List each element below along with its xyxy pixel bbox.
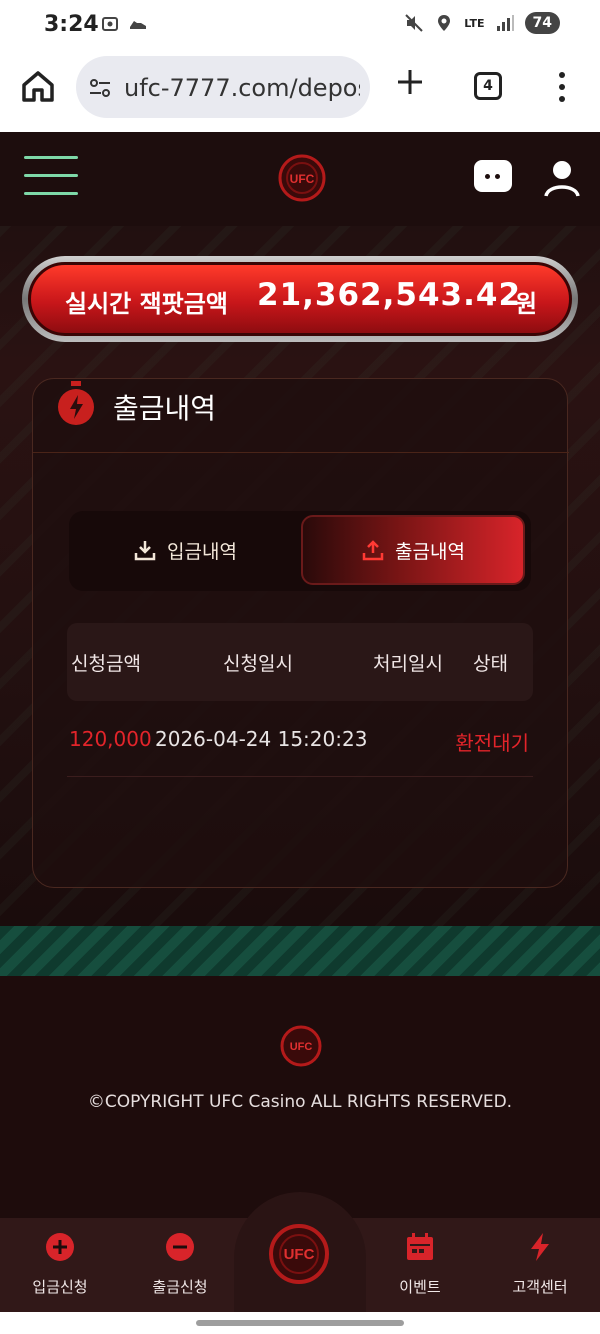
- download-icon: [134, 541, 156, 561]
- decorative-band: [0, 926, 600, 976]
- chat-icon[interactable]: [474, 160, 512, 192]
- gesture-navigation-bar: [0, 1312, 600, 1334]
- ufc-logo-icon: UFC: [269, 1224, 329, 1284]
- sneaker-icon: [130, 21, 146, 29]
- battery-indicator: 74: [524, 12, 560, 34]
- status-bar: 3:24 LTE 74: [0, 0, 600, 52]
- card-title: 출금내역: [113, 392, 217, 425]
- gesture-handle[interactable]: [196, 1320, 404, 1326]
- jackpot-inner: 실시간 잭팟금액 21,362,543.42 원: [28, 262, 572, 336]
- site-header: UFC: [0, 132, 600, 226]
- browser-toolbar: ufc-7777.com/deposi 4: [0, 52, 600, 132]
- column-header-amount: 신청금액: [71, 653, 141, 675]
- user-icon[interactable]: [544, 158, 580, 198]
- url-text[interactable]: ufc-7777.com/deposi: [124, 74, 360, 102]
- nav-events[interactable]: 이벤트: [360, 1218, 480, 1312]
- nav-withdrawal-label: 출금신청: [152, 1278, 208, 1296]
- withdrawal-history-card: 출금내역 입금내역 출금내역 신청금액 신청일시 처리일시 상태 120,000…: [32, 378, 569, 888]
- ufc-logo-icon[interactable]: UFC: [276, 150, 328, 204]
- ufc-logo-icon: UFC: [280, 1025, 322, 1067]
- jackpot-unit: 원: [515, 290, 538, 318]
- minus-circle-icon: [166, 1233, 194, 1261]
- home-icon[interactable]: [20, 68, 56, 104]
- screenshot-icon: [102, 17, 118, 31]
- copyright-text: ©COPYRIGHT UFC Casino ALL RIGHTS RESERVE…: [87, 1092, 513, 1112]
- new-tab-icon[interactable]: [394, 66, 426, 98]
- upload-icon: [362, 540, 384, 561]
- nav-home-center[interactable]: UFC: [234, 1192, 366, 1312]
- nav-withdrawal-request[interactable]: 출금신청: [120, 1218, 240, 1312]
- status-time: 3:24: [44, 12, 99, 37]
- tab-switcher-button[interactable]: 4: [474, 72, 502, 100]
- nav-deposit-label: 입금신청: [32, 1278, 88, 1296]
- table-header: 신청금액 신청일시 처리일시 상태: [67, 623, 533, 701]
- card-header: 출금내역: [33, 379, 569, 453]
- network-type: LTE: [464, 16, 485, 30]
- signal-icon: [496, 15, 514, 31]
- location-icon: [438, 15, 451, 31]
- mute-icon: [405, 14, 424, 32]
- svg-text:UFC: UFC: [284, 1246, 315, 1263]
- hamburger-menu-icon[interactable]: [24, 156, 78, 196]
- row-requested-at: 2026-04-24 15:20:23: [155, 727, 368, 751]
- column-header-status: 상태: [473, 653, 508, 675]
- nav-deposit-request[interactable]: 입금신청: [0, 1218, 120, 1312]
- site-settings-icon[interactable]: [88, 76, 112, 100]
- nav-customer-center-label: 고객센터: [512, 1278, 568, 1296]
- jackpot-amount: 21,362,543.42: [257, 277, 522, 313]
- table-row: 120,000 2026-04-24 15:20:23 환전대기: [67, 719, 533, 777]
- calendar-icon: [407, 1233, 433, 1260]
- row-amount: 120,000: [69, 727, 152, 751]
- plus-circle-icon: [46, 1233, 74, 1261]
- more-menu-icon[interactable]: [554, 70, 570, 104]
- footer: UFC ©COPYRIGHT UFC Casino ALL RIGHTS RES…: [0, 976, 600, 1170]
- status-notification-icons: [100, 14, 148, 34]
- column-header-requested-at: 신청일시: [223, 653, 293, 675]
- svg-text:UFC: UFC: [290, 172, 315, 186]
- history-tabs: 입금내역 출금내역: [69, 511, 531, 591]
- tab-withdrawal-history[interactable]: 출금내역: [301, 515, 525, 585]
- tab-deposit-history[interactable]: 입금내역: [73, 515, 297, 585]
- status-system-icons: LTE 74: [404, 12, 560, 34]
- address-bar[interactable]: ufc-7777.com/deposi: [76, 56, 370, 118]
- stopwatch-lightning-icon: [58, 381, 94, 425]
- row-status: 환전대기: [455, 731, 529, 755]
- jackpot-banner: 실시간 잭팟금액 21,362,543.42 원: [22, 256, 578, 342]
- nav-customer-center[interactable]: 고객센터: [480, 1218, 600, 1312]
- nav-events-label: 이벤트: [399, 1278, 441, 1296]
- tab-withdrawal-label: 출금내역: [395, 540, 465, 563]
- jackpot-label: 실시간 잭팟금액: [65, 290, 228, 318]
- svg-text:UFC: UFC: [290, 1041, 313, 1053]
- tab-deposit-label: 입금내역: [167, 540, 237, 563]
- column-header-processed-at: 처리일시: [373, 653, 443, 675]
- lightning-icon: [531, 1233, 549, 1261]
